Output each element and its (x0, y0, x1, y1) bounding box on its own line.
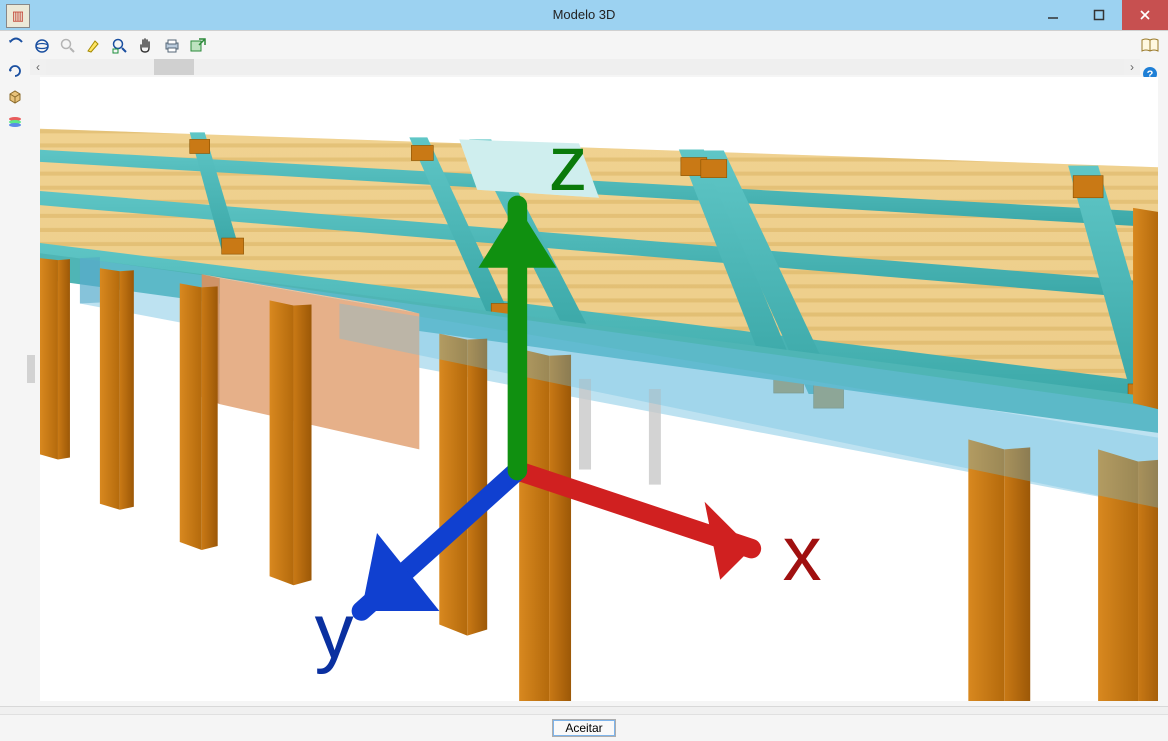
box-view-icon[interactable] (3, 85, 27, 109)
horizontal-scrollbar[interactable]: ‹ › (30, 59, 1140, 75)
close-button[interactable] (1122, 0, 1168, 30)
highlight-icon[interactable] (82, 34, 106, 58)
axis-z-label: z (549, 119, 588, 207)
side-toolbar (3, 59, 27, 135)
minimize-button[interactable] (1030, 0, 1076, 30)
scroll-right-icon[interactable]: › (1124, 59, 1140, 75)
help-book-icon[interactable] (1138, 34, 1162, 58)
3d-viewport[interactable]: x y z (40, 77, 1158, 701)
axis-y-label: y (315, 587, 354, 675)
main-toolbar (0, 31, 1168, 61)
maximize-button[interactable] (1076, 0, 1122, 30)
pan-icon[interactable] (134, 34, 158, 58)
window-title: Modelo 3D (0, 0, 1168, 30)
rotate-icon[interactable] (4, 34, 28, 58)
layers-icon[interactable] (3, 111, 27, 135)
hscroll-thumb[interactable] (154, 59, 194, 75)
orbit-icon[interactable] (30, 34, 54, 58)
axis-gizmo: x y z (52, 77, 1158, 689)
window-titlebar: ▥ Modelo 3D (0, 0, 1168, 31)
button-bar: Aceitar (0, 714, 1168, 741)
hscroll-track[interactable] (46, 59, 1124, 75)
vscroll-thumb[interactable] (27, 355, 35, 383)
reset-view-icon[interactable] (3, 59, 27, 83)
app-icon: ▥ (6, 4, 30, 28)
window-controls (1030, 0, 1168, 30)
export-icon[interactable] (186, 34, 210, 58)
zoom-window-icon[interactable] (108, 34, 132, 58)
client-area: ? ‹ › (0, 30, 1168, 741)
accept-button[interactable]: Aceitar (552, 719, 615, 737)
print-icon[interactable] (160, 34, 184, 58)
axis-x-label: x (783, 509, 822, 597)
scroll-left-icon[interactable]: ‹ (30, 59, 46, 75)
zoom-icon[interactable] (56, 34, 80, 58)
vertical-scrollbar[interactable] (30, 75, 34, 725)
